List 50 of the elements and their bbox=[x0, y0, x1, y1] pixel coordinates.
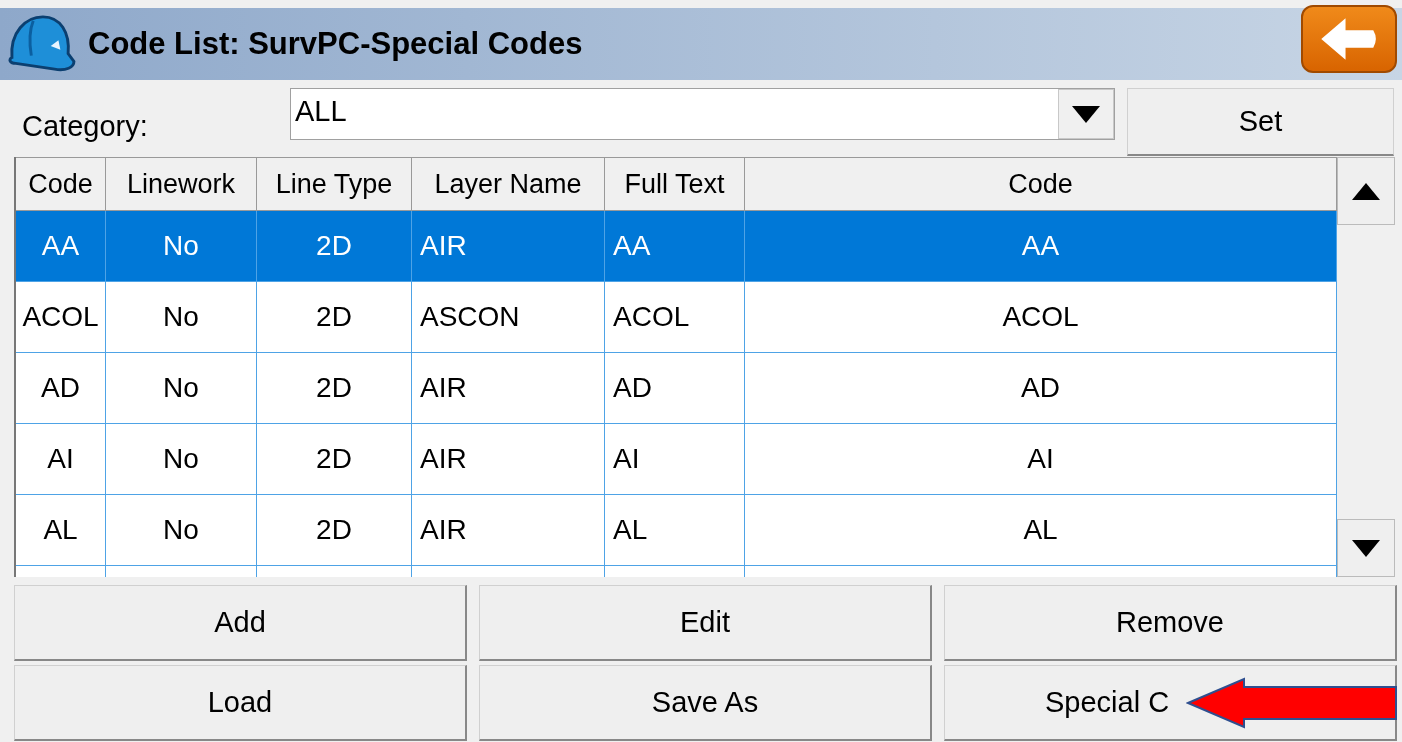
action-button[interactable]: Load bbox=[14, 665, 467, 741]
table-cell: No bbox=[106, 424, 257, 494]
table-cell: AL bbox=[16, 495, 106, 565]
table-cell: No bbox=[106, 353, 257, 423]
action-button[interactable]: Remove bbox=[944, 585, 1397, 661]
table-cell: AI bbox=[605, 424, 745, 494]
table-cell: 2D bbox=[257, 282, 412, 352]
table-row[interactable]: ACOL No 2D ASCON ACOL ACOL bbox=[16, 282, 1337, 353]
table-row[interactable]: AA No 2D AIR AA AA bbox=[16, 211, 1337, 282]
table-cell: AL bbox=[605, 495, 745, 565]
set-button[interactable]: Set bbox=[1127, 88, 1394, 156]
up-triangle-icon bbox=[1352, 182, 1380, 200]
action-button[interactable]: Add bbox=[14, 585, 467, 661]
back-button[interactable] bbox=[1301, 5, 1397, 73]
column-header[interactable]: Code bbox=[16, 158, 106, 210]
window-title: Code List: SurvPC-Special Codes bbox=[88, 26, 583, 62]
table-cell: ACOL bbox=[605, 282, 745, 352]
category-dropdown[interactable]: ALL bbox=[290, 88, 1115, 140]
down-triangle-icon bbox=[1352, 539, 1380, 557]
column-header[interactable]: Linework bbox=[106, 158, 257, 210]
table-row[interactable]: AI No 2D AIR AI AI bbox=[16, 424, 1337, 495]
scroll-down-button[interactable] bbox=[1337, 519, 1395, 577]
table-cell: AA bbox=[16, 211, 106, 281]
table-cell: No bbox=[106, 282, 257, 352]
table-cell: ASCON bbox=[412, 282, 605, 352]
table-cell: 2D bbox=[257, 424, 412, 494]
table-cell: No bbox=[106, 495, 257, 565]
table-cell: 2D bbox=[257, 495, 412, 565]
table-cell: AIR bbox=[412, 495, 605, 565]
table-cell: AD bbox=[605, 353, 745, 423]
table-cell: ACOL bbox=[16, 282, 106, 352]
table-cell: AA bbox=[605, 211, 745, 281]
table-cell: AIR bbox=[412, 211, 605, 281]
table-cell: AD bbox=[16, 353, 106, 423]
arrow-icon bbox=[1186, 677, 1398, 729]
table-cell: 2D bbox=[257, 211, 412, 281]
table-cell: 2D bbox=[257, 353, 412, 423]
table-row[interactable]: AL No 2D AIR AL AL bbox=[16, 495, 1337, 566]
table-cell: AI bbox=[16, 424, 106, 494]
table-cell: No bbox=[106, 211, 257, 281]
action-button[interactable]: Save As bbox=[479, 665, 932, 741]
column-header[interactable]: Layer Name bbox=[412, 158, 605, 210]
table-cell: AIR bbox=[412, 424, 605, 494]
table-cell: AIR bbox=[412, 353, 605, 423]
table-row[interactable]: AD No 2D AIR AD AD bbox=[16, 353, 1337, 424]
column-header[interactable]: Line Type bbox=[257, 158, 412, 210]
action-button[interactable]: Edit bbox=[479, 585, 932, 661]
column-header[interactable]: Full Text bbox=[605, 158, 745, 210]
category-label: Category: bbox=[22, 110, 149, 143]
scroll-up-button[interactable] bbox=[1337, 157, 1395, 225]
